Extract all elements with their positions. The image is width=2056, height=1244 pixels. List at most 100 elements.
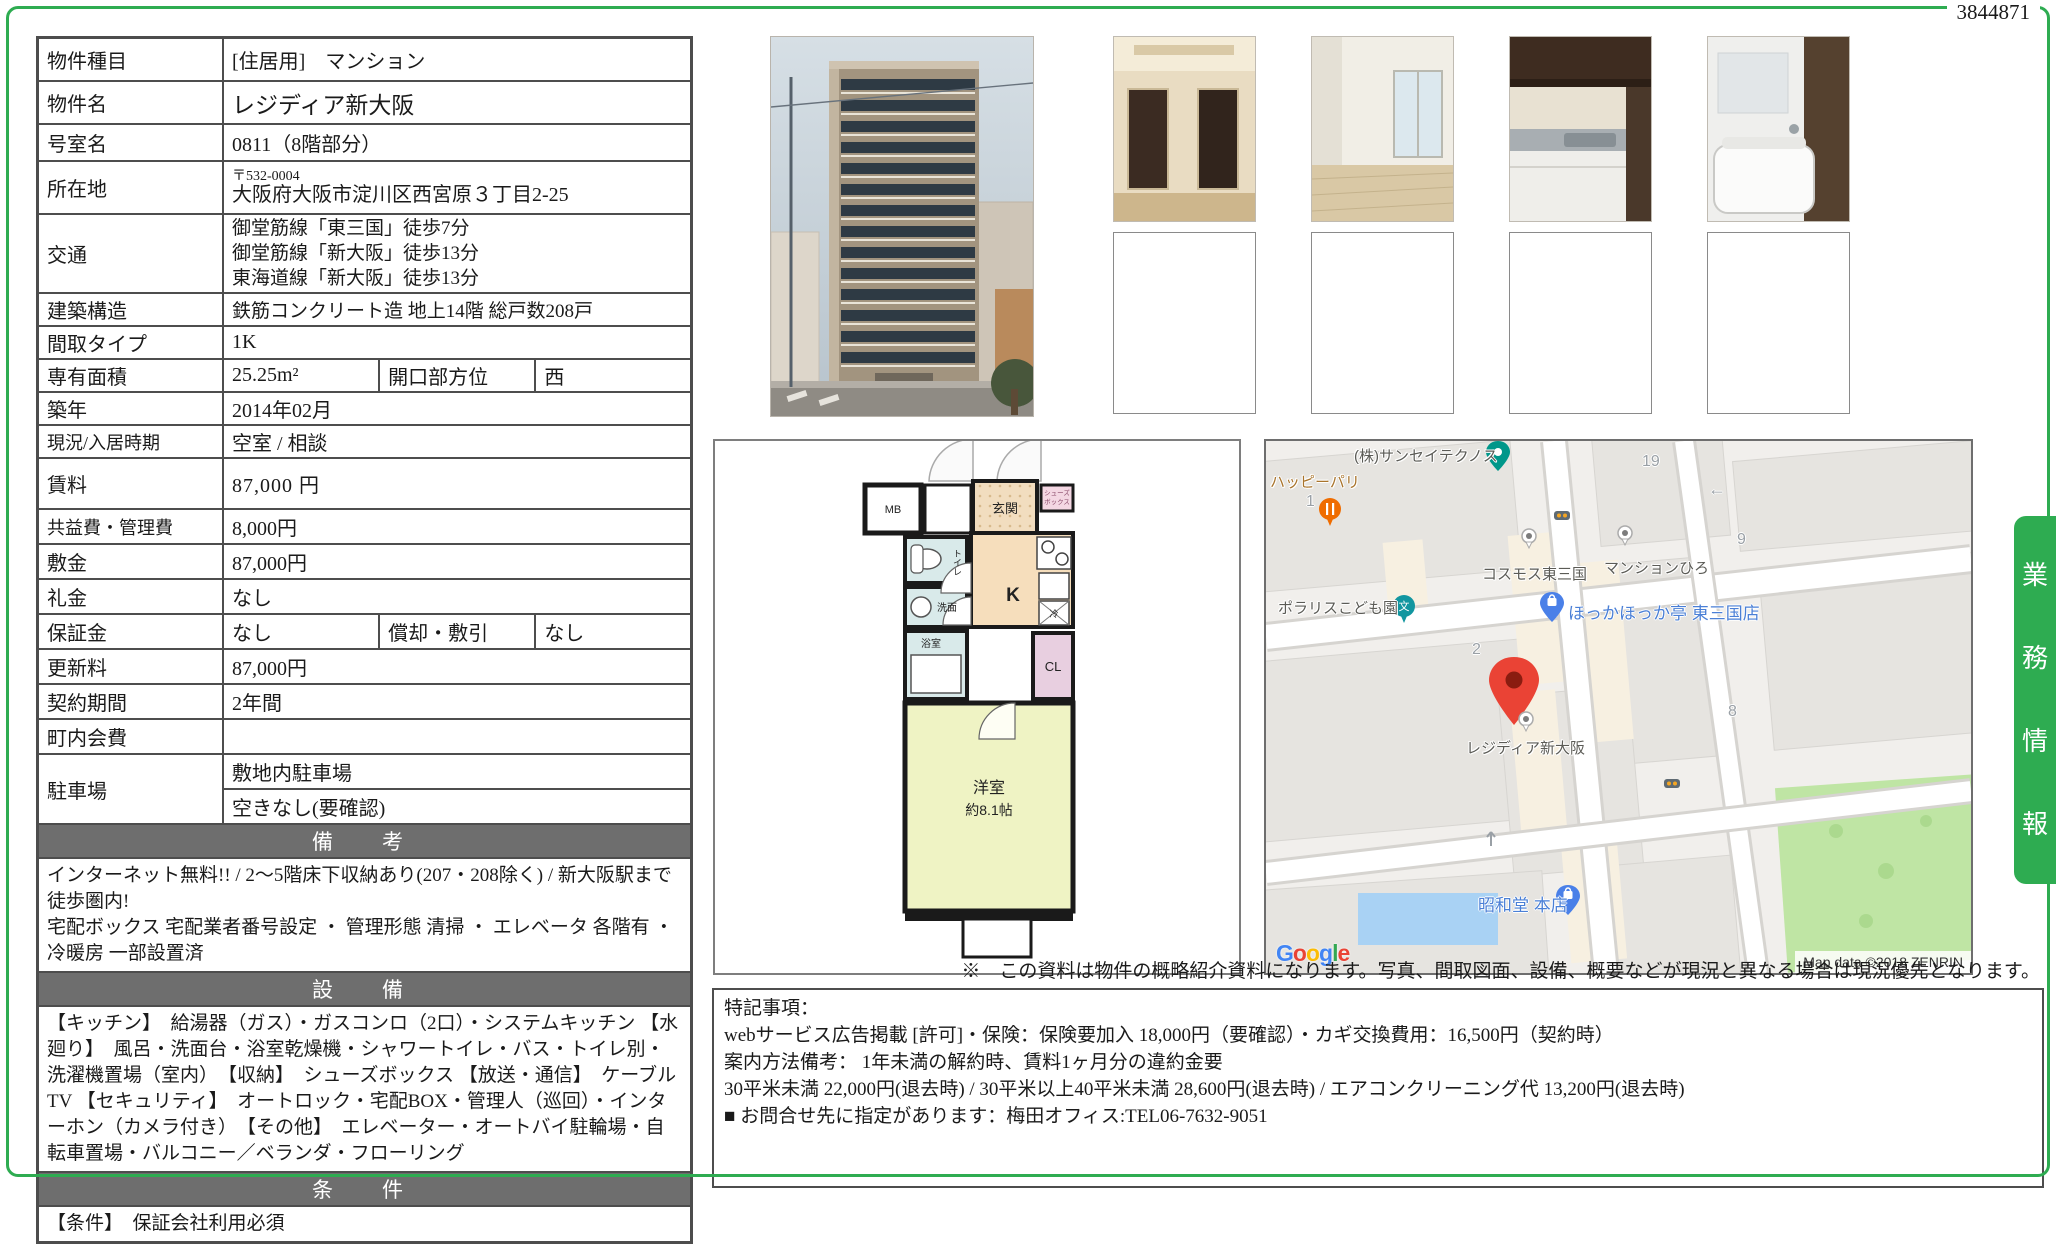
plan-label-room-size: 約8.1帖 [965,802,1012,818]
map-label-happy-num: 1 [1306,493,1315,511]
access-line-3: 東海道線「新大阪」徒歩13分 [232,266,682,291]
photo-kitchen [1509,36,1652,222]
plan-label-shoes-1: シューズ [1044,488,1070,497]
remarks-line-1: インターネット無料!! / 2～5階床下収納あり(207・208除く) / 新大… [47,863,682,915]
conditions-content: 【条件】 保証会社利用必須 [38,1206,692,1243]
floor-plan-drawing: MB 玄関 シューズ ボックス トイレ 洗面 浴室 K 冷 CL 洋室 約8.1… [715,441,1239,973]
map-water [1358,893,1498,945]
contract-period-label: 契約期間 [38,684,224,719]
row-status: 現況/入居時期 空室 / 相談 [38,425,692,458]
row-property-name: 物件名 レジディア新大阪 [38,81,692,124]
map-label-residia: レジディア新大阪 [1466,737,1585,758]
row-guarantee: 保証金 なし 償却・敷引 なし [38,614,692,649]
deposit-value: 87,000円 [223,544,692,579]
row-area: 専有面積 25.25m² 開口部方位 西 [38,359,692,392]
remarks-header: 備 考 [38,824,692,858]
notes-line-2: webサービス広告掲載 [許可]・保険：保険要加入 18,000円（要確認）・カ… [724,1022,2032,1049]
row-equipment: 【キッチン】 給湯器（ガス）・ガスコンロ（2口）・システムキッチン 【水廻り】 … [38,1006,692,1172]
map-one-way-arrow-left: ← [1708,479,1726,500]
key-money-label: 礼金 [38,579,224,614]
row-structure: 建築構造 鉄筋コンクリート造 地上14階 総戸数208戸 [38,293,692,326]
map-block-19: 19 [1642,453,1660,471]
address-value: 〒532-0004 大阪府大阪市淀川区西宮原３丁目2-25 [223,161,692,214]
address-postal: 〒532-0004 [232,169,682,184]
deposit-label: 敷金 [38,544,224,579]
opening-direction-label: 開口部方位 [379,359,535,392]
row-fees: 共益費・管理費 8,000円 [38,509,692,544]
row-conditions-header: 条 件 [38,1172,692,1206]
row-parking-1: 駐車場 敷地内駐車場 [38,754,692,789]
map-label-happy: ハッピーパリ [1270,471,1360,492]
tab-char: 報 [2022,812,2048,838]
room-no-label: 号室名 [38,124,224,161]
conditions-header: 条 件 [38,1172,692,1206]
guarantee-value: なし [223,614,379,649]
amortization-label: 償却・敷引 [379,614,535,649]
row-access: 交通 御堂筋線「東三国」徒歩7分 御堂筋線「新大阪」徒歩13分 東海道線「新大阪… [38,214,692,293]
plan-label-kitchen: K [1006,585,1020,606]
floor-plan: MB 玄関 シューズ ボックス トイレ 洗面 浴室 K 冷 CL 洋室 約8.1… [713,439,1241,975]
parking-value-1: 敷地内駐車場 [223,754,692,789]
special-notes-box: 特記事項： webサービス広告掲載 [許可]・保険：保険要加入 18,000円（… [712,988,2044,1188]
structure-label: 建築構造 [38,293,224,326]
chonaikai-label: 町内会費 [38,719,224,754]
area-label: 専有面積 [38,359,224,392]
traffic-light-icon-2 [1664,779,1680,788]
photo-building-exterior [770,36,1034,417]
row-room-no: 号室名 0811（8階部分） [38,124,692,161]
chonaikai-value [223,719,692,754]
status-value: 空室 / 相談 [223,425,692,458]
property-detail-table: 物件種目 [住居用] マンション 物件名 レジディア新大阪 号室名 0811（8… [36,36,693,1244]
map-block-2: 2 [1472,641,1481,659]
row-renewal-fee: 更新料 87,000円 [38,649,692,684]
fees-value: 8,000円 [223,509,692,544]
room-no-value: 0811（8階部分） [223,124,692,161]
photo-hallway [1113,36,1256,222]
plan-label-closet: CL [1045,659,1062,674]
map-label-sansei: (株)サンセイテクノス [1354,445,1498,466]
rent-value: 87,000 円 [223,458,692,509]
guarantee-label: 保証金 [38,614,224,649]
rent-label: 賃料 [38,458,224,509]
built-year-value: 2014年02月 [223,392,692,425]
parking-label: 駐車場 [38,754,224,824]
row-layout-type: 間取タイプ 1K [38,326,692,359]
map-block-9: 9 [1737,531,1746,549]
row-contract-period: 契約期間 2年間 [38,684,692,719]
traffic-light-icon [1554,511,1570,520]
map-label-polaris: ポラリスこども園 [1278,597,1398,618]
tab-char: 務 [2022,646,2048,672]
structure-value: 鉄筋コンクリート造 地上14階 総戸数208戸 [223,293,692,326]
row-remarks-header: 備 考 [38,824,692,858]
property-type-value: [住居用] マンション [223,38,692,82]
fees-label: 共益費・管理費 [38,509,224,544]
parking-value-2: 空きなし(要確認) [223,789,692,824]
plan-label-bath: 浴室 [921,637,941,650]
access-label: 交通 [38,214,224,293]
photo-placeholder-3 [1509,232,1652,414]
property-name-label: 物件名 [38,81,224,124]
plan-label-wash: 洗面 [937,602,957,614]
photo-bathroom [1707,36,1850,222]
equipment-content: 【キッチン】 給湯器（ガス）・ガスコンロ（2口）・システムキッチン 【水廻り】 … [38,1006,692,1172]
photo-placeholder-4 [1707,232,1850,414]
key-money-value: なし [223,579,692,614]
renewal-fee-label: 更新料 [38,649,224,684]
renewal-fee-value: 87,000円 [223,649,692,684]
address-label: 所在地 [38,161,224,214]
gyomu-joho-tab[interactable]: 業 務 情 報 [2014,516,2056,884]
remarks-line-2: 宅配ボックス 宅配業者番号設定 ・ 管理形態 清掃 ・ エレベータ 各階有 ・ … [47,915,682,967]
photo-placeholder-1 [1113,232,1256,414]
property-name-value: レジディア新大阪 [223,81,692,124]
row-remarks: インターネット無料!! / 2～5階床下収納あり(207・208除く) / 新大… [38,858,692,972]
photo-room-interior [1311,36,1454,222]
layout-type-value: 1K [223,326,692,359]
row-property-type: 物件種目 [住居用] マンション [38,38,692,82]
property-type-label: 物件種目 [38,38,224,82]
equipment-header: 設 備 [38,972,692,1006]
row-conditions: 【条件】 保証会社利用必須 [38,1206,692,1243]
map-label-cosmos: コスモス東三国 [1482,563,1587,584]
notes-line-4: 30平米未満 22,000円(退去時) / 30平米以上40平米未満 28,60… [724,1076,2032,1103]
map-label-mansion-hiro: マンションひろ [1604,557,1709,578]
disclaimer-text: ※ この資料は物件の概略紹介資料になります。写真、間取図面、設備、概要などが現況… [961,956,2040,983]
